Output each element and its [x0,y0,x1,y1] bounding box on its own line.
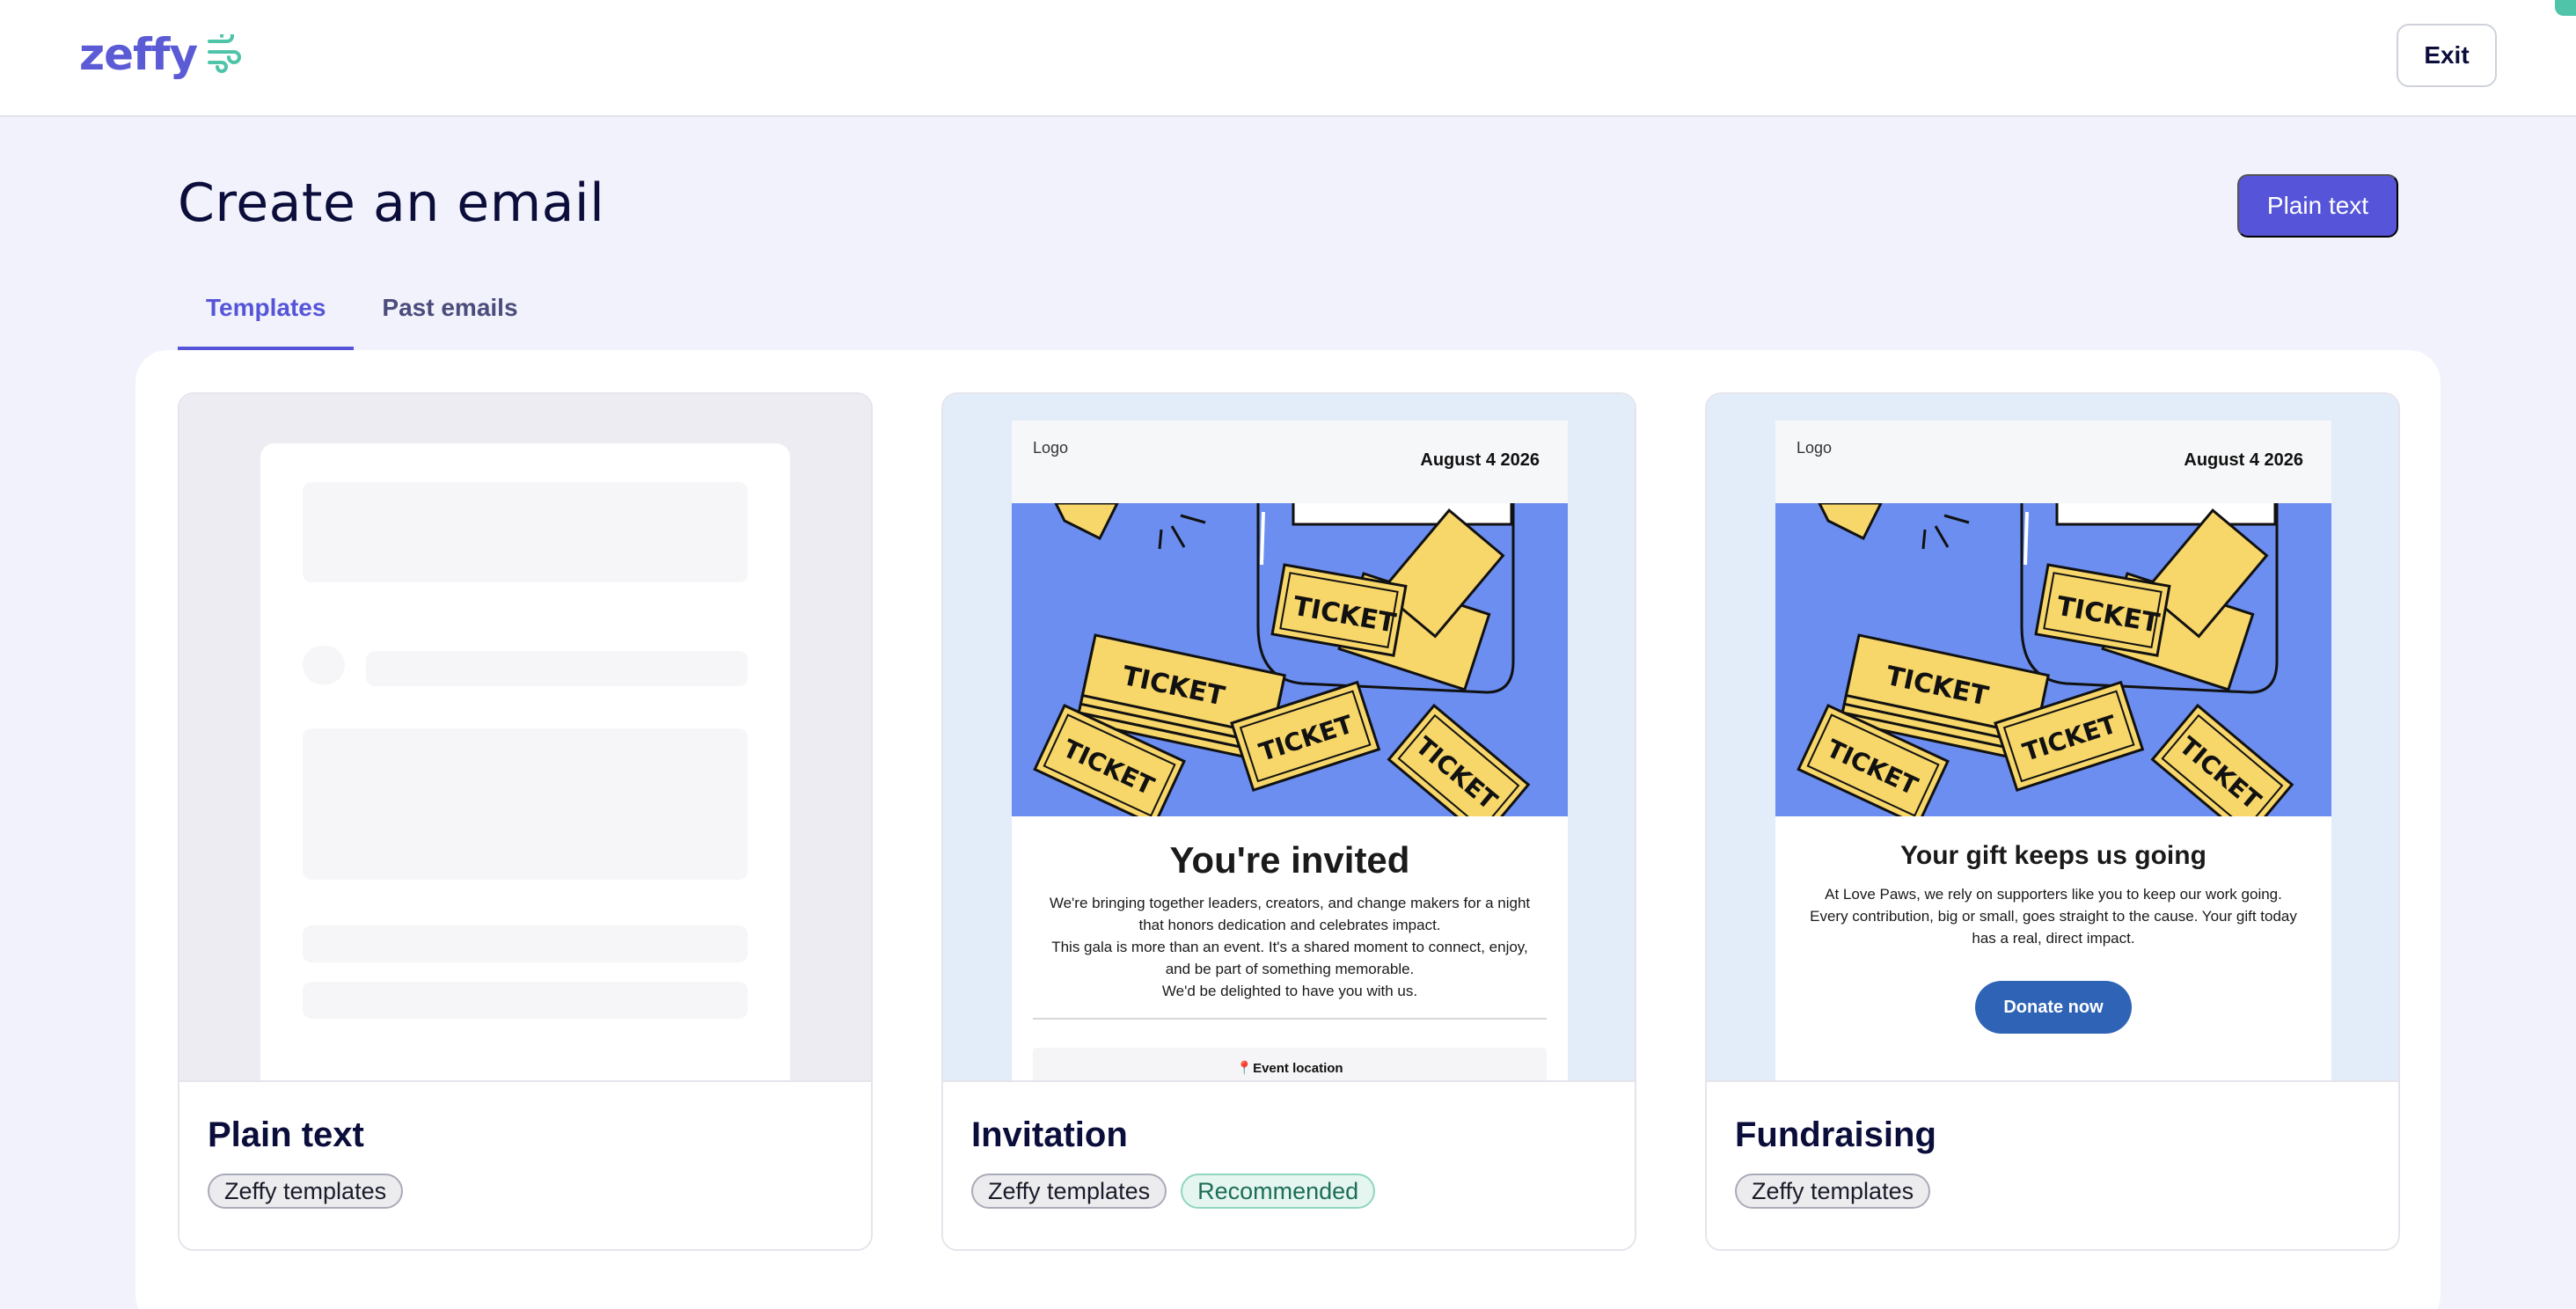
top-bar: zeffy Exit [0,0,2576,117]
card-title: Fundraising [1735,1115,1936,1154]
card-footer: Invitation Zeffy templates Recommended [943,1080,1635,1249]
email-logo-placeholder: Logo [1033,439,1069,457]
email-header: Logo August 4 2026 [1775,420,2331,503]
template-card-plain-text[interactable]: Plain text Zeffy templates [178,392,873,1251]
skeleton-line [303,925,748,962]
page-title: Create an email [178,172,605,234]
tab-past-emails[interactable]: Past emails [354,280,545,350]
email-body: You're invited We're bringing together l… [1012,816,1568,1080]
template-preview: Logo August 4 2026 TICKET TICKET TICKET … [1707,394,2398,1080]
email-heading: Your gift keeps us going [1900,841,2206,870]
skeleton-line [303,982,748,1019]
card-footer: Fundraising Zeffy templates [1707,1080,2398,1249]
email-heading: You're invited [1169,839,1410,881]
card-title: Plain text [208,1115,364,1154]
template-preview [179,394,871,1080]
exit-button[interactable]: Exit [2397,24,2497,87]
email-preview: Logo August 4 2026 TICKET TICKET TICKET … [1012,420,1568,1080]
tab-bar: Templates Past emails [178,280,546,350]
card-title: Invitation [971,1115,1128,1154]
template-card-fundraising[interactable]: Logo August 4 2026 TICKET TICKET TICKET … [1705,392,2400,1251]
email-paragraph: At Love Paws, we rely on supporters like… [1810,886,2297,947]
divider [1033,1018,1547,1020]
tag-chip: Zeffy templates [1735,1174,1931,1209]
skeleton-block [303,482,748,582]
tickets-illustration: TICKET TICKET TICKET TICKET TICKET [1775,503,2331,816]
pin-icon: 📍 [1236,1061,1254,1076]
logo-wind-icon [208,34,242,73]
tag-chip: Zeffy templates [971,1174,1167,1209]
ticket-hero-image: TICKET TICKET TICKET TICKET TICKET [1775,503,2331,816]
corner-accent [2555,0,2576,16]
card-footer: Plain text Zeffy templates [179,1080,871,1249]
skeleton-avatar [303,646,345,684]
skeleton-line [366,651,748,686]
recommended-badge: Recommended [1181,1174,1376,1209]
email-body: Your gift keeps us going At Love Paws, w… [1775,816,2331,1034]
email-paragraph: We'd be delighted to have you with us. [1161,983,1418,999]
email-logo-placeholder: Logo [1797,439,1833,457]
email-date: August 4 2026 [1420,450,1540,470]
zeffy-logo[interactable]: zeffy [79,32,243,77]
template-card-invitation[interactable]: Logo August 4 2026 TICKET TICKET TICKET … [941,392,1636,1251]
ticket-hero-image: TICKET TICKET TICKET TICKET TICKET [1012,503,1568,816]
tickets-illustration: TICKET TICKET TICKET TICKET TICKET [1012,503,1568,816]
email-paragraph: We're bringing together leaders, creator… [1049,895,1531,933]
email-paragraph: This gala is more than an event. It's a … [1051,939,1528,977]
tab-templates[interactable]: Templates [178,280,355,350]
event-location: 📍Event location [1033,1048,1547,1080]
logo-text: zeffy [79,29,198,80]
skeleton-sheet [260,443,790,1080]
plain-text-button[interactable]: Plain text [2237,174,2398,238]
event-location-label: Event location [1253,1061,1343,1076]
template-preview: Logo August 4 2026 TICKET TICKET TICKET … [943,394,1635,1080]
email-preview: Logo August 4 2026 TICKET TICKET TICKET … [1775,420,2331,1080]
donate-now-button: Donate now [1975,981,2132,1034]
email-header: Logo August 4 2026 [1012,420,1568,503]
tag-chip: Zeffy templates [208,1174,404,1209]
skeleton-block [303,728,748,880]
email-date: August 4 2026 [2184,450,2303,470]
